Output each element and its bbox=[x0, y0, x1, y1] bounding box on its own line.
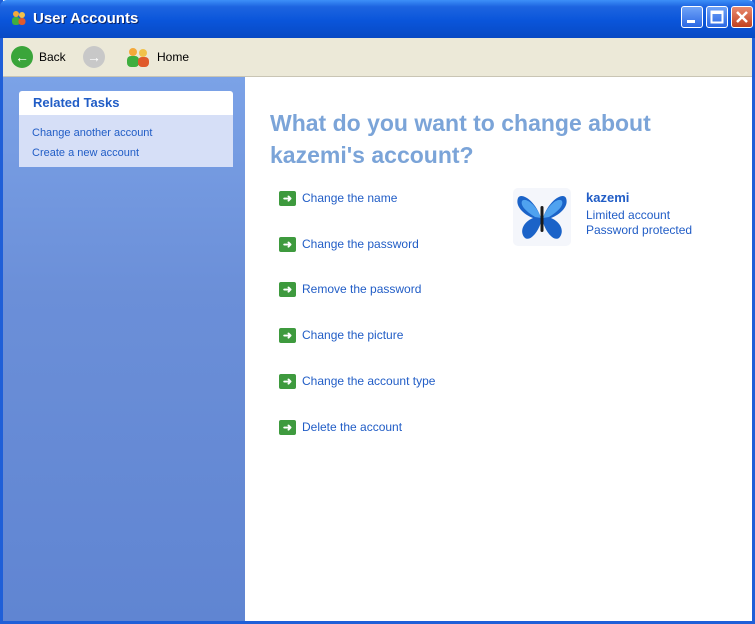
account-status: Password protected bbox=[586, 223, 693, 237]
minimize-button[interactable] bbox=[681, 6, 703, 28]
navigation-toolbar: ← Back → Home bbox=[3, 38, 752, 77]
home-label: Home bbox=[157, 50, 190, 64]
green-arrow-icon: ➜ bbox=[279, 236, 296, 252]
create-new-account-link[interactable]: Create a new account bbox=[32, 147, 139, 159]
account-type: Limited account bbox=[586, 208, 671, 222]
task-label: Change the account type bbox=[302, 374, 436, 388]
change-password-task[interactable]: ➜ Change the password bbox=[279, 235, 419, 253]
task-label: Delete the account bbox=[302, 420, 403, 434]
title-bar[interactable]: User Accounts bbox=[0, 0, 755, 38]
remove-password-task[interactable]: ➜ Remove the password bbox=[279, 280, 421, 298]
change-name-task[interactable]: ➜ Change the name bbox=[279, 189, 397, 207]
close-icon bbox=[736, 11, 748, 23]
task-label: Remove the password bbox=[302, 282, 422, 296]
back-button[interactable]: ← Back bbox=[11, 45, 66, 69]
back-arrow-icon: ← bbox=[11, 46, 33, 68]
green-arrow-icon: ➜ bbox=[279, 281, 296, 297]
account-name: kazemi bbox=[586, 190, 630, 205]
page-title-line-1: What do you want to change about bbox=[270, 110, 651, 136]
change-another-account-link[interactable]: Change another account bbox=[32, 127, 152, 139]
main-content: What do you want to change about kazemi'… bbox=[245, 77, 752, 621]
forward-button[interactable]: → bbox=[83, 45, 105, 69]
related-tasks-title: Related Tasks bbox=[33, 95, 120, 110]
user-accounts-window: User Accounts ← Back → Home Related Task… bbox=[0, 0, 755, 624]
change-account-type-task[interactable]: ➜ Change the account type bbox=[279, 372, 435, 390]
green-arrow-icon: ➜ bbox=[279, 373, 296, 389]
close-button[interactable] bbox=[731, 6, 753, 28]
page-title-line-2: kazemi's account? bbox=[270, 142, 474, 168]
delete-account-task[interactable]: ➜ Delete the account bbox=[279, 418, 402, 436]
related-tasks-panel: Change another account Create a new acco… bbox=[19, 115, 233, 167]
maximize-button[interactable] bbox=[706, 6, 728, 28]
page-title: What do you want to change about kazemi'… bbox=[270, 107, 730, 171]
back-label: Back bbox=[39, 50, 66, 64]
forward-arrow-icon: → bbox=[83, 46, 105, 68]
green-arrow-icon: ➜ bbox=[279, 419, 296, 435]
sidebar: Related Tasks Change another account Cre… bbox=[3, 77, 245, 621]
home-button[interactable]: Home bbox=[125, 45, 189, 69]
change-picture-task[interactable]: ➜ Change the picture bbox=[279, 326, 403, 344]
task-label: Change the password bbox=[302, 237, 419, 251]
minimize-icon bbox=[687, 20, 695, 23]
butterfly-icon bbox=[513, 188, 571, 246]
users-icon bbox=[12, 11, 26, 25]
task-label: Change the picture bbox=[302, 328, 404, 342]
window-title: User Accounts bbox=[33, 10, 139, 27]
related-tasks-header[interactable]: Related Tasks bbox=[19, 91, 233, 115]
users-icon bbox=[127, 48, 149, 67]
maximize-icon bbox=[710, 10, 724, 24]
green-arrow-icon: ➜ bbox=[279, 327, 296, 343]
task-label: Change the name bbox=[302, 191, 398, 205]
green-arrow-icon: ➜ bbox=[279, 190, 296, 206]
